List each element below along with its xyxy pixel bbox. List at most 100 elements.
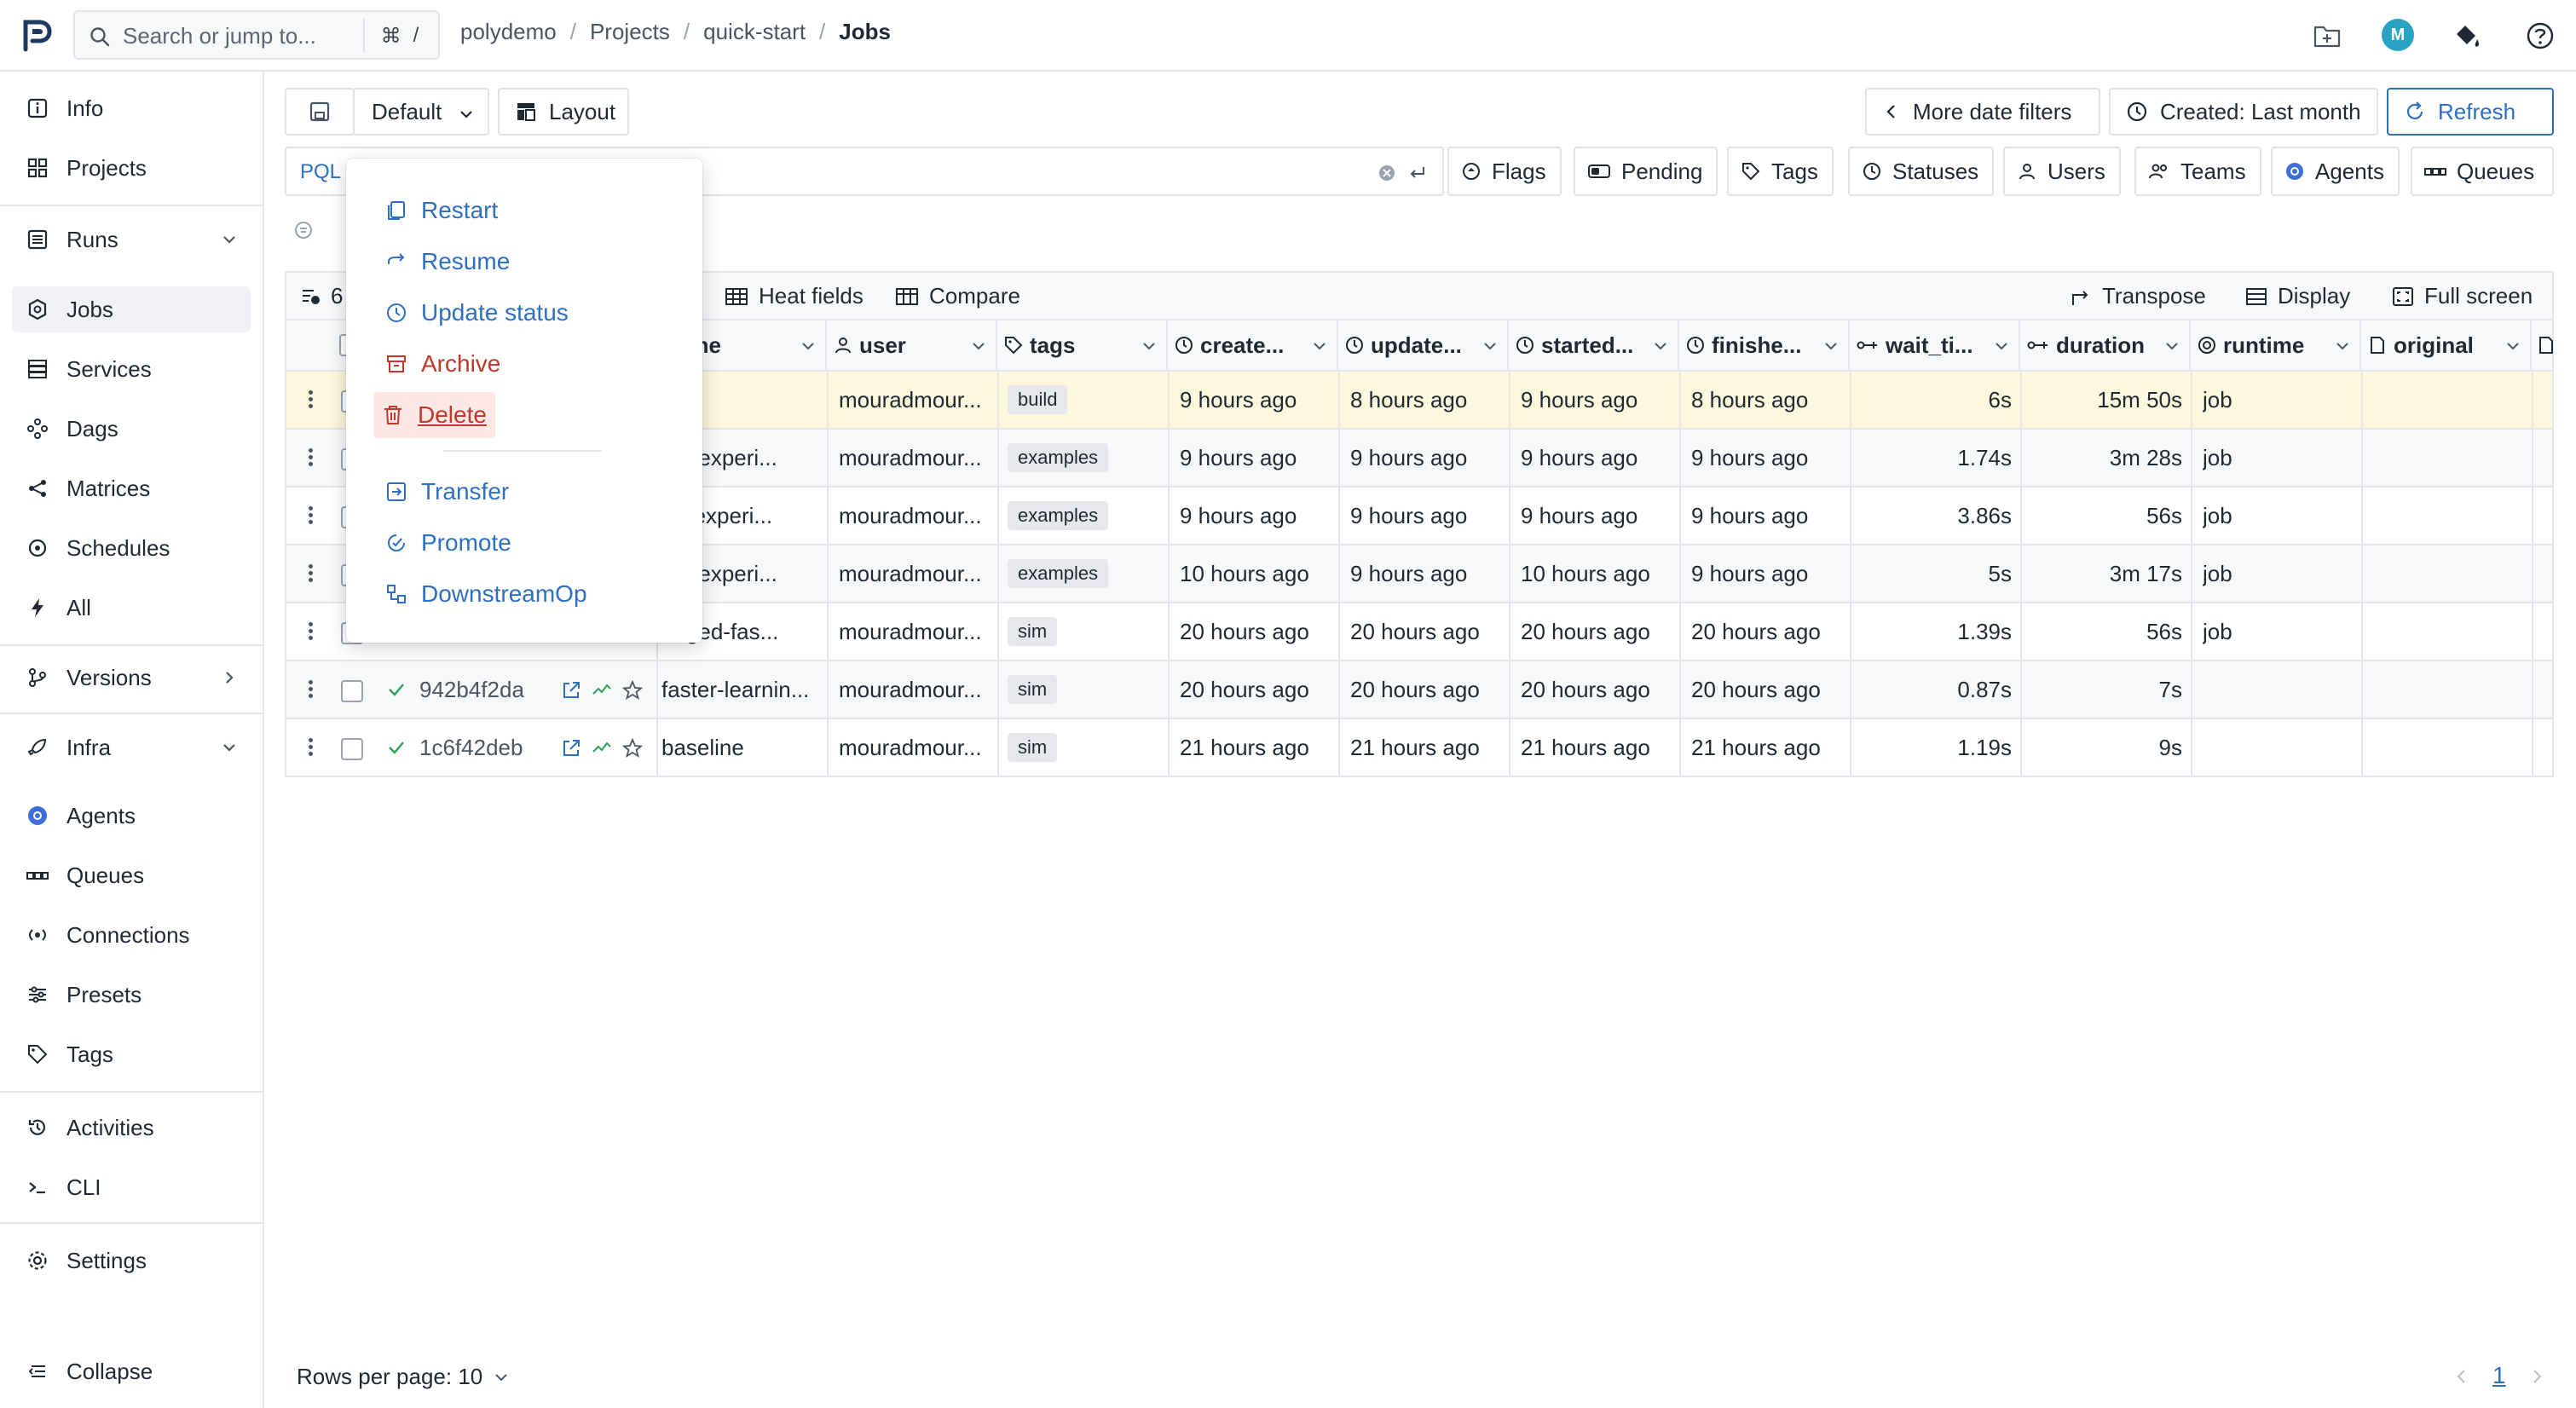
table-row[interactable]: 1c6f42deb baseline mouradmour... sim 21 hour… [285,719,2554,777]
table-row[interactable]: 942b4f2da faster-learnin... mouradmour... s… [285,661,2554,719]
row-menu-handle[interactable] [309,680,314,701]
column-header-tags[interactable]: tags [997,320,1168,370]
row-checkbox[interactable] [341,738,363,760]
menu-item-resume[interactable]: Resume [385,240,510,283]
menu-item-delete[interactable]: Delete [373,392,495,438]
sidebar-item-tags[interactable]: Tags [12,1031,251,1077]
open-link-icon[interactable] [561,738,581,759]
sidebar-item-matrices[interactable]: Matrices [12,465,251,511]
transpose-button[interactable]: Transpose [2070,283,2206,309]
row-menu-handle[interactable] [309,622,314,643]
sidebar-item-activities[interactable]: Activities [12,1105,251,1151]
rows-per-page-select[interactable]: Rows per page: 10 [297,1364,510,1390]
tag-badge[interactable]: examples [1008,559,1109,588]
chevron-down-icon[interactable] [1652,338,1669,355]
chevron-down-icon[interactable] [220,738,239,757]
column-header-duration[interactable]: duration [2020,320,2191,370]
prev-page-icon[interactable] [2453,1367,2470,1386]
chevron-down-icon[interactable] [1481,338,1499,355]
menu-item-downstreamop[interactable]: DownstreamOp [385,573,587,615]
sidebar-item-cli[interactable]: CLI [12,1164,251,1210]
chevron-right-icon[interactable] [220,668,239,687]
column-header-original[interactable]: original [2361,320,2532,370]
layout-button[interactable]: Layout [498,88,629,136]
sidebar-item-presets[interactable]: Presets [12,972,251,1018]
chevron-down-icon[interactable] [1311,338,1328,355]
chevron-down-icon[interactable] [1141,338,1158,355]
page-number[interactable]: 1 [2492,1362,2506,1389]
row-menu-handle[interactable] [309,506,314,527]
paint-bucket-icon[interactable] [2450,19,2484,53]
save-preset-button[interactable] [285,88,355,136]
heat-fields-button[interactable]: Heat fields [725,283,863,309]
compare-button[interactable]: Compare [895,283,1020,309]
user-avatar[interactable]: M [2382,19,2414,51]
tag-badge[interactable]: sim [1008,617,1058,646]
sidebar-item-versions[interactable]: Versions [12,655,251,701]
chevron-down-icon[interactable] [2163,338,2180,355]
filter-flags-button[interactable]: Flags [1447,147,1562,196]
row-menu-handle[interactable] [309,564,314,585]
search-input[interactable]: Search or jump to... ⌘ / [73,10,440,60]
column-header-runtime[interactable]: runtime [2191,320,2361,370]
column-header-wait-time[interactable]: wait_ti... [1850,320,2020,370]
sidebar-item-runs[interactable]: Runs [12,216,251,263]
chevron-down-icon[interactable] [1822,338,1840,355]
breadcrumb-org[interactable]: polydemo [460,19,557,45]
activity-icon[interactable] [592,680,612,701]
chevron-down-icon[interactable] [2334,338,2351,355]
sidebar-collapse-button[interactable]: Collapse [12,1348,251,1394]
refresh-button[interactable]: Refresh [2387,88,2554,136]
star-icon[interactable] [622,738,643,759]
star-icon[interactable] [622,680,643,701]
filter-pending-button[interactable]: Pending [1574,147,1718,196]
sidebar-item-projects[interactable]: Projects [12,145,251,191]
sidebar-item-connections[interactable]: Connections [12,912,251,958]
column-header-created[interactable]: create... [1168,320,1338,370]
open-link-icon[interactable] [561,680,581,701]
tag-badge[interactable]: sim [1008,675,1058,704]
menu-item-update-status[interactable]: Update status [385,291,569,334]
chevron-down-icon[interactable] [1993,338,2010,355]
filter-users-button[interactable]: Users [2003,147,2121,196]
menu-item-archive[interactable]: Archive [385,343,500,385]
sidebar-item-agents[interactable]: Agents [12,793,251,839]
tag-badge[interactable]: build [1008,385,1068,414]
chevron-down-icon[interactable] [2504,338,2521,355]
tag-badge[interactable]: examples [1008,501,1109,530]
full-screen-button[interactable]: Full screen [2392,283,2533,309]
filter-queues-button[interactable]: Queues [2411,147,2554,196]
filter-tags-button[interactable]: Tags [1727,147,1834,196]
sidebar-item-schedules[interactable]: Schedules [12,525,251,571]
breadcrumb-projects[interactable]: Projects [590,19,670,45]
row-checkbox[interactable] [341,680,363,702]
filter-teams-button[interactable]: Teams [2134,147,2261,196]
run-uuid[interactable]: 942b4f2da [419,677,524,703]
sidebar-item-jobs[interactable]: Jobs [12,286,251,332]
breadcrumb-project[interactable]: quick-start [703,19,806,45]
filter-statuses-button[interactable]: Statuses [1848,147,1995,196]
sidebar-item-infra[interactable]: Infra [12,724,251,770]
tag-badge[interactable]: sim [1008,733,1058,762]
column-header-started[interactable]: started... [1509,320,1679,370]
column-header-updated[interactable]: update... [1338,320,1509,370]
sidebar-item-info[interactable]: Info [12,85,251,131]
created-date-filter[interactable]: Created: Last month [2109,88,2378,136]
clear-query-icon[interactable] [1378,164,1396,182]
sidebar-item-all[interactable]: All [12,585,251,631]
row-menu-handle[interactable] [309,390,314,411]
new-folder-icon[interactable] [2310,19,2344,53]
column-header-user[interactable]: user [827,320,997,370]
polyaxon-logo-icon[interactable] [17,15,56,55]
activity-icon[interactable] [592,738,612,759]
chevron-down-icon[interactable] [970,338,987,355]
menu-item-restart[interactable]: Restart [385,189,498,232]
more-date-filters-button[interactable]: More date filters [1865,88,2100,136]
column-header-finished[interactable]: finishe... [1679,320,1850,370]
preset-select[interactable]: Default [353,88,489,136]
row-menu-handle[interactable] [309,448,314,469]
menu-item-transfer[interactable]: Transfer [385,470,509,513]
menu-item-promote[interactable]: Promote [385,522,511,564]
help-icon[interactable] [2523,19,2557,53]
sidebar-item-services[interactable]: Services [12,346,251,392]
